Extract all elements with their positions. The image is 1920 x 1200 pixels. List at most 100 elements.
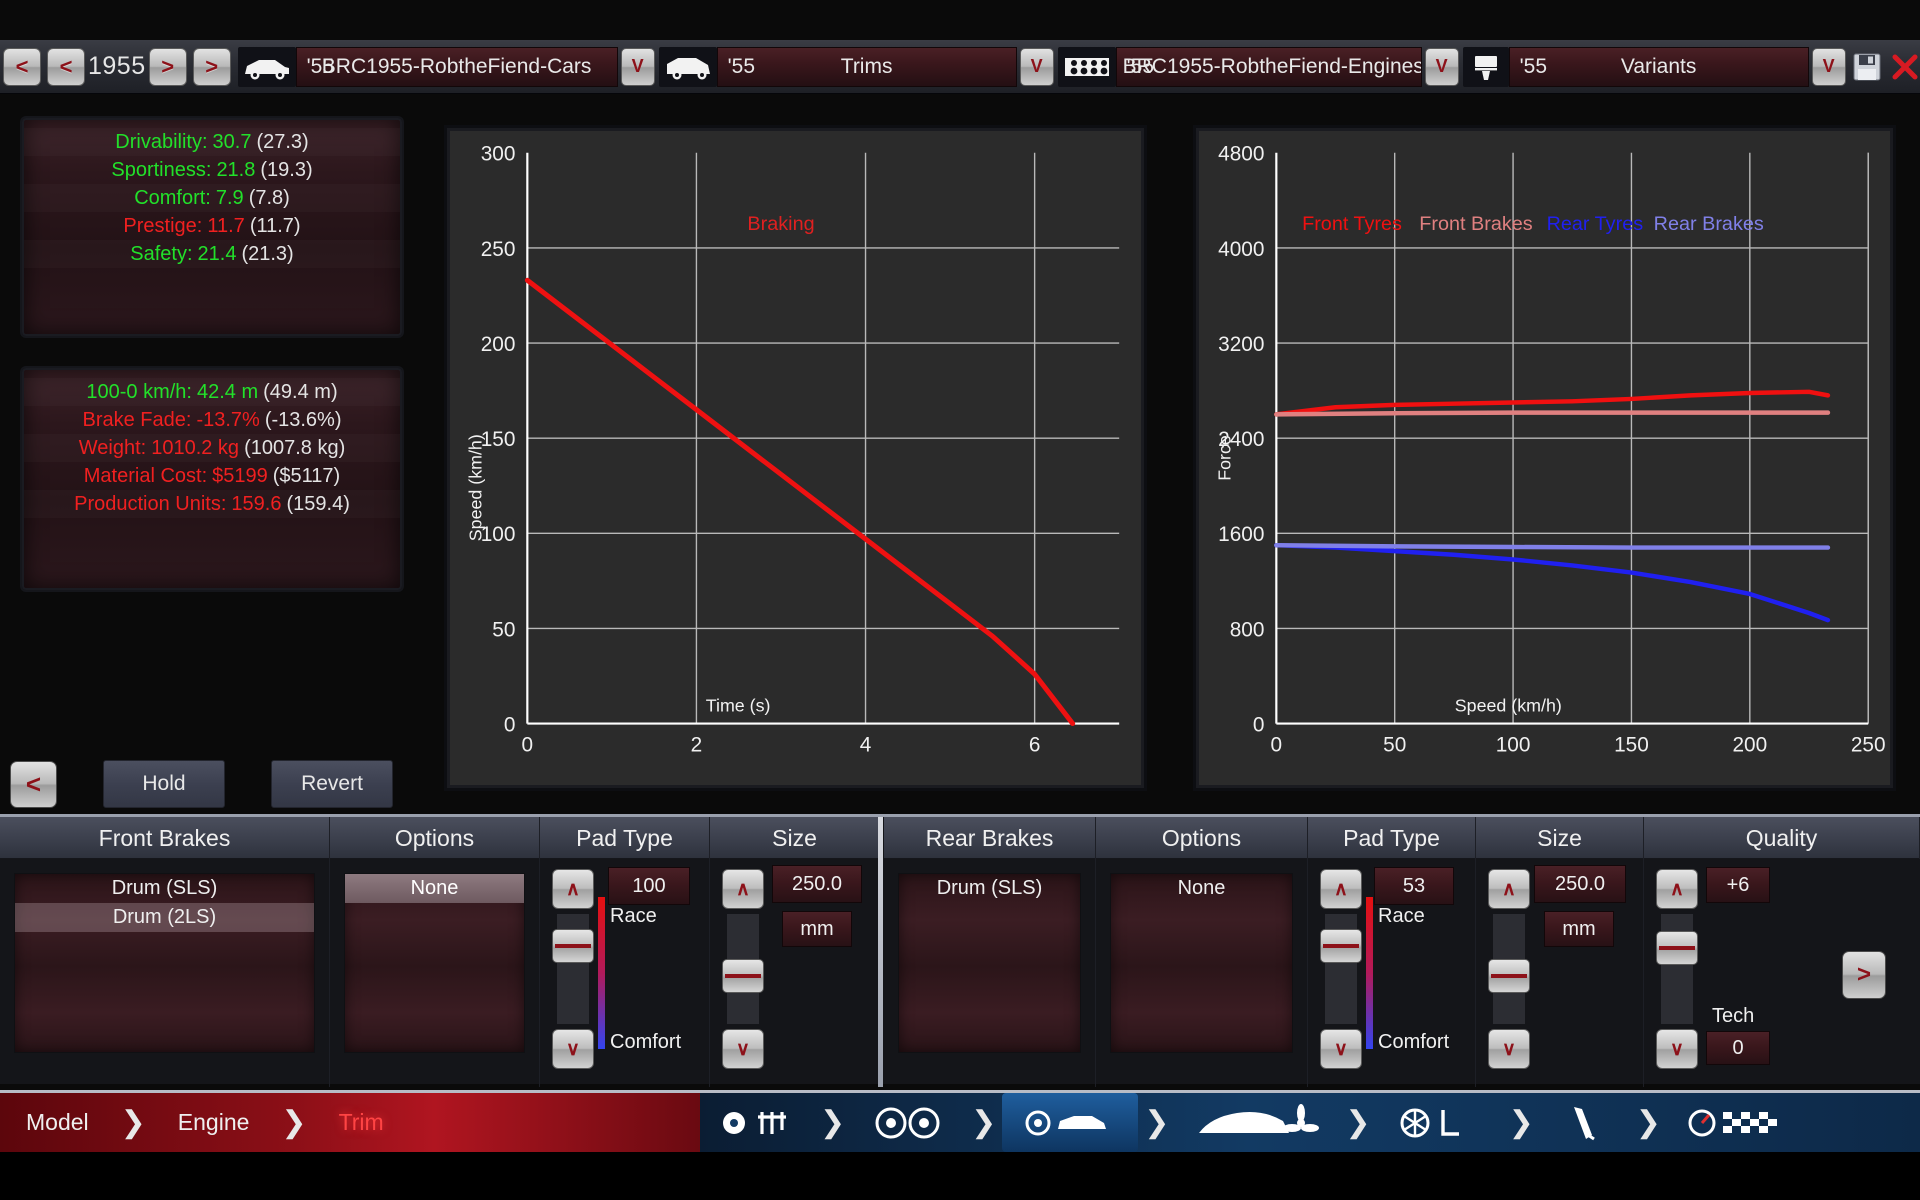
stat-value: 21.4: [197, 242, 237, 265]
suspension-icon[interactable]: [1377, 1104, 1503, 1142]
car-selector-group[interactable]: '55 BRC1955-RobtheFiend-Cars V: [237, 45, 655, 89]
gauge-finish-icon[interactable]: [1667, 1104, 1807, 1142]
damper-icon[interactable]: [1540, 1103, 1630, 1143]
chevron-right-icon: ❯: [820, 1106, 846, 1139]
year-next-fast-button[interactable]: >: [192, 47, 231, 86]
front-brakes-list[interactable]: Drum (SLS) Drum (2LS): [14, 873, 315, 1053]
front-size-value[interactable]: 250.0: [772, 865, 862, 903]
car-dropdown-caret-icon[interactable]: V: [620, 47, 655, 86]
rear-brakes-column: Drum (SLS): [884, 859, 1096, 1087]
left-controls: < Hold Revert: [10, 760, 393, 808]
rear-options-list[interactable]: None: [1110, 873, 1293, 1053]
previous-page-button[interactable]: <: [10, 760, 57, 808]
save-disk-icon[interactable]: [1850, 48, 1884, 86]
list-item[interactable]: None: [1111, 874, 1292, 903]
svg-text:Braking: Braking: [747, 213, 814, 235]
engine-dropdown-caret-icon[interactable]: V: [1424, 47, 1459, 86]
gear-gearbox-icon[interactable]: [700, 1106, 814, 1140]
stat-value: 42.4 m: [196, 380, 259, 403]
stat-previous: ($5117): [272, 464, 341, 487]
front-size-down-icon[interactable]: ∨: [722, 1029, 764, 1069]
chassis-brakes-icon[interactable]: [1002, 1093, 1139, 1152]
front-pad-down-icon[interactable]: ∨: [552, 1029, 594, 1069]
front-pad-up-icon[interactable]: ∧: [552, 869, 594, 909]
front-size-spinner[interactable]: ∧ ∨: [722, 869, 764, 1069]
quality-down-icon[interactable]: ∨: [1656, 1029, 1698, 1069]
trim-selector-group[interactable]: '55 Trims V: [658, 45, 1054, 89]
front-pad-value[interactable]: 100: [608, 867, 690, 905]
stat-row: Material Cost: $5199 ($5117): [24, 462, 400, 490]
revert-button[interactable]: Revert: [271, 760, 393, 808]
year-prev-button[interactable]: <: [47, 47, 85, 86]
automation-trim-designer: < < 1955 > > '55 BRC1955-RobtheFiend-Car…: [0, 0, 1920, 1200]
trim-stats-panel: Drivability: 30.7 (27.3) Sportiness: 21.8 (1…: [22, 118, 402, 336]
col-header-rear-options: Options: [1096, 817, 1308, 859]
svg-text:Front Tyres: Front Tyres: [1302, 213, 1402, 235]
stat-value: 7.9: [215, 186, 244, 209]
chevron-right-icon: ❯: [120, 1106, 146, 1139]
wheels-icon[interactable]: [851, 1105, 965, 1141]
rear-padtype-column: ∧ ∨ 53 Race Comfort: [1308, 859, 1476, 1087]
rear-pad-spinner[interactable]: ∧ ∨: [1320, 869, 1362, 1069]
year-prev-fast-button[interactable]: <: [3, 47, 41, 86]
front-column-headers: Front Brakes Options Pad Type Size: [0, 817, 880, 859]
stat-key: Prestige:: [123, 214, 203, 237]
list-item[interactable]: None: [345, 874, 524, 903]
svg-text:100: 100: [1496, 733, 1531, 756]
front-options-column: None: [330, 859, 540, 1087]
svg-text:Front Brakes: Front Brakes: [1419, 213, 1533, 235]
chevron-right-icon: ❯: [281, 1106, 307, 1139]
stat-row: Weight: 1010.2 kg (1007.8 kg): [24, 434, 400, 462]
list-item[interactable]: Drum (SLS): [15, 874, 314, 903]
variant-dropdown-caret-icon[interactable]: V: [1811, 47, 1846, 86]
engine-select-field[interactable]: '55 BRC1955-RobtheFiend-Engines: [1115, 46, 1422, 87]
rear-brakes-section: Rear Brakes Options Pad Type Size Qualit…: [884, 817, 1920, 1087]
svg-text:0: 0: [1271, 733, 1283, 756]
next-page-button[interactable]: >: [1842, 951, 1886, 999]
rear-brakes-list[interactable]: Drum (SLS): [898, 873, 1081, 1053]
rear-size-down-icon[interactable]: ∨: [1488, 1029, 1530, 1069]
trim-select-field[interactable]: '55 Trims: [716, 46, 1017, 87]
variant-select-field[interactable]: '55 Variants: [1508, 46, 1809, 87]
quality-spinner[interactable]: ∧ ∨: [1656, 869, 1698, 1069]
hold-button[interactable]: Hold: [103, 760, 225, 808]
trim-dropdown-caret-icon[interactable]: V: [1019, 47, 1054, 86]
close-x-icon[interactable]: [1888, 48, 1920, 86]
nav-engine[interactable]: Engine: [152, 1093, 276, 1152]
stat-row: Brake Fade: -13.7% (-13.6%): [24, 406, 400, 434]
quality-track[interactable]: [1660, 913, 1694, 1025]
rear-size-value[interactable]: 250.0: [1534, 865, 1626, 903]
col-header-front-options: Options: [330, 817, 540, 859]
aero-body-fan-icon[interactable]: [1175, 1103, 1339, 1143]
rear-pad-down-icon[interactable]: ∨: [1320, 1029, 1362, 1069]
year-next-button[interactable]: >: [148, 47, 187, 86]
front-pad-thumb[interactable]: [552, 929, 594, 963]
stat-value: 11.7: [207, 214, 245, 237]
list-item[interactable]: Drum (SLS): [899, 874, 1080, 903]
stat-key: Comfort:: [134, 186, 211, 209]
variant-selector-group[interactable]: '55 Variants V: [1462, 45, 1846, 89]
quality-value[interactable]: +6: [1706, 867, 1770, 903]
rear-pad-thumb[interactable]: [1320, 929, 1362, 963]
rear-size-thumb[interactable]: [1488, 959, 1530, 993]
rear-pad-up-icon[interactable]: ∧: [1320, 869, 1362, 909]
front-size-up-icon[interactable]: ∧: [722, 869, 764, 909]
quality-thumb[interactable]: [1656, 931, 1698, 965]
list-item[interactable]: Drum (2LS): [15, 903, 314, 932]
rear-size-up-icon[interactable]: ∧: [1488, 869, 1530, 909]
engine-selector-group[interactable]: '55 BRC1955-RobtheFiend-Engines V: [1057, 45, 1459, 89]
rear-size-spinner[interactable]: ∧ ∨: [1488, 869, 1530, 1069]
stat-value: 30.7: [212, 130, 252, 153]
front-pad-spinner[interactable]: ∧ ∨: [552, 869, 594, 1069]
rear-pad-value[interactable]: 53: [1374, 867, 1454, 905]
brakes-config-panel: Front Brakes Options Pad Type Size Drum …: [0, 814, 1920, 1087]
nav-trim[interactable]: Trim: [313, 1093, 410, 1152]
front-options-list[interactable]: None: [344, 873, 525, 1053]
front-size-thumb[interactable]: [722, 959, 764, 993]
stat-previous: (27.3): [256, 130, 309, 153]
car-select-field[interactable]: '55 BRC1955-RobtheFiend-Cars: [295, 46, 618, 87]
svg-text:250: 250: [1851, 733, 1886, 756]
quality-up-icon[interactable]: ∧: [1656, 869, 1698, 909]
nav-model[interactable]: Model: [0, 1093, 115, 1152]
svg-text:Rear Tyres: Rear Tyres: [1547, 213, 1644, 235]
